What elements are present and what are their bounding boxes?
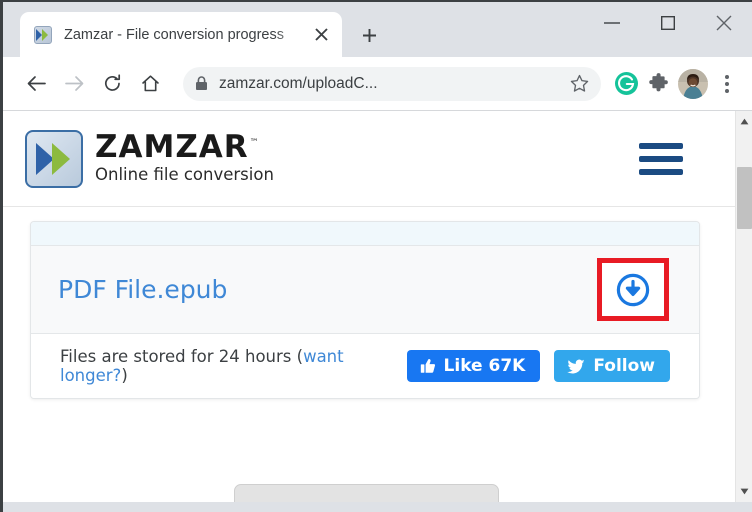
new-tab-button[interactable] (352, 18, 386, 52)
site-header: ZAMZAR™ Online file conversion (3, 111, 735, 207)
back-button[interactable] (17, 65, 55, 103)
page-body: PDF File.epub Files are stored for 24 ho… (3, 207, 735, 502)
browser-tab-active[interactable]: Zamzar - File conversion progress (20, 12, 342, 57)
reload-button[interactable] (93, 65, 131, 103)
scrollbar-thumb[interactable] (737, 167, 752, 229)
trademark-symbol: ™ (249, 138, 260, 149)
window-controls (584, 2, 752, 44)
forward-button[interactable] (55, 65, 93, 103)
zamzar-logo-text: ZAMZAR™ Online file conversion (95, 128, 274, 184)
facebook-like-button[interactable]: Like 67K (406, 350, 541, 382)
lock-icon (195, 76, 208, 91)
page-viewport: ZAMZAR™ Online file conversion PDF File.… (3, 111, 752, 502)
zamzar-logo[interactable]: ZAMZAR™ Online file conversion (25, 128, 274, 188)
tab-close-icon[interactable] (308, 22, 334, 48)
zamzar-wordmark: ZAMZAR™ (95, 128, 260, 165)
site-menu-hamburger-icon[interactable] (639, 142, 683, 175)
download-button-cell (597, 258, 669, 321)
zamzar-favicon-icon (34, 25, 52, 44)
tab-strip: Zamzar - File conversion progress (3, 2, 752, 57)
twitter-follow-label: Follow (593, 356, 655, 376)
grammarly-extension-icon[interactable] (610, 68, 642, 100)
browser-window: Zamzar - File conversion progress zamzar… (0, 0, 752, 512)
facebook-like-label: Like 67K (443, 356, 526, 376)
profile-avatar[interactable] (678, 68, 708, 99)
address-bar[interactable]: zamzar.com/uploadC... (183, 66, 601, 101)
extensions-puzzle-icon[interactable] (642, 68, 674, 100)
chrome-menu-icon[interactable] (712, 67, 742, 101)
page-bottom-element[interactable] (234, 484, 499, 502)
social-buttons: Like 67K Follow (406, 350, 670, 382)
close-button[interactable] (696, 2, 752, 44)
minimize-button[interactable] (584, 2, 640, 44)
zamzar-tagline: Online file conversion (95, 164, 274, 184)
home-button[interactable] (131, 65, 169, 103)
storage-notice-prefix: Files are stored for 24 hours ( (60, 347, 304, 366)
twitter-follow-button[interactable]: Follow (554, 350, 670, 382)
browser-toolbar: zamzar.com/uploadC... (3, 57, 752, 111)
zamzar-logo-icon (25, 129, 83, 188)
card-header-strip (31, 222, 699, 246)
scrollbar-up-arrow-icon[interactable] (736, 113, 752, 130)
download-circle-icon[interactable] (616, 273, 650, 307)
card-footer-row: Files are stored for 24 hours (want long… (31, 334, 699, 398)
twitter-bird-icon (567, 359, 585, 374)
storage-notice-suffix: ) (121, 366, 128, 385)
file-result-row: PDF File.epub (31, 246, 699, 334)
web-page: ZAMZAR™ Online file conversion PDF File.… (3, 111, 735, 502)
tab-title: Zamzar - File conversion progress (64, 26, 284, 43)
maximize-button[interactable] (640, 2, 696, 44)
address-bar-text: zamzar.com/uploadC... (219, 74, 378, 92)
bookmark-star-icon[interactable] (570, 74, 589, 93)
page-scrollbar[interactable] (735, 111, 752, 502)
converted-file-link[interactable]: PDF File.epub (58, 275, 227, 304)
storage-notice: Files are stored for 24 hours (want long… (60, 347, 407, 385)
conversion-result-card: PDF File.epub Files are stored for 24 ho… (30, 221, 700, 399)
scrollbar-down-arrow-icon[interactable] (736, 483, 752, 500)
thumbs-up-icon (420, 358, 436, 374)
